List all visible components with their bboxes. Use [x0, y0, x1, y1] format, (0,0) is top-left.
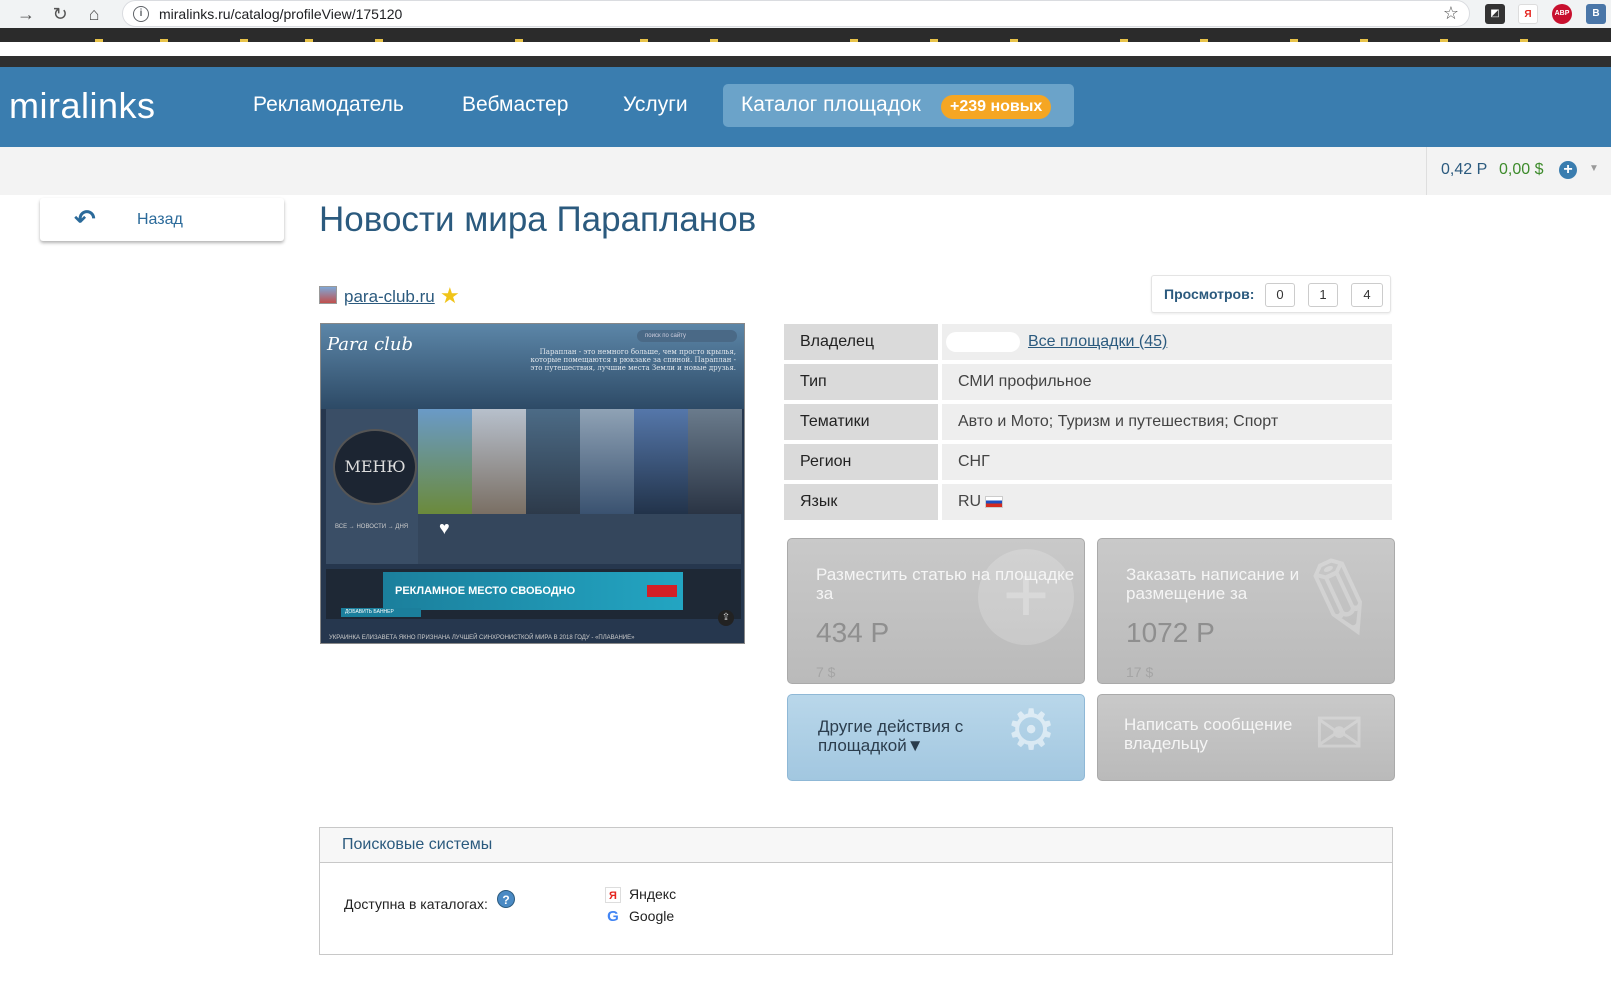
vk-extension-icon[interactable]: B: [1586, 4, 1606, 24]
nav-catalog[interactable]: Каталог площадок +239 новых: [723, 84, 1074, 127]
home-icon[interactable]: ⌂: [84, 4, 104, 24]
info-row-topics: Тематики Авто и Мото; Туризм и путешеств…: [784, 404, 1392, 440]
add-funds-icon[interactable]: +: [1559, 161, 1577, 179]
info-value: RU: [942, 484, 1392, 520]
card-price: 1072 Р: [1126, 617, 1215, 648]
adblock-icon[interactable]: ABP: [1552, 4, 1572, 24]
info-key: Язык: [784, 484, 938, 520]
card-price-usd: 7 $: [816, 664, 836, 680]
back-arrow-icon: ↶: [74, 204, 96, 234]
screenshot-banner: РЕКЛАМНОЕ МЕСТО СВОБОДНО: [383, 572, 683, 610]
favorite-star-icon[interactable]: ★: [440, 283, 460, 309]
yandex-icon: Я: [605, 887, 621, 904]
pencil-icon: ✎: [1281, 538, 1395, 667]
info-key: Регион: [784, 444, 938, 480]
site-screenshot[interactable]: Para club поиск по сайту Параплан - это …: [320, 323, 745, 644]
nav-webmaster[interactable]: Вебмастер: [462, 93, 568, 117]
url-text[interactable]: miralinks.ru/catalog/profileView/175120: [159, 6, 402, 22]
reload-icon[interactable]: ↻: [50, 4, 70, 24]
address-bar[interactable]: i miralinks.ru/catalog/profileView/17512…: [122, 0, 1470, 27]
extension-icon[interactable]: ◩: [1485, 4, 1505, 24]
bookmark-star-icon[interactable]: ☆: [1443, 3, 1459, 24]
owner-name-redacted: [946, 332, 1020, 352]
info-key: Тип: [784, 364, 938, 400]
yandex-extension-icon[interactable]: Я: [1518, 4, 1538, 24]
message-owner-button[interactable]: ✉ Написать сообщение владельцу: [1097, 694, 1395, 781]
info-row-region: Регион СНГ: [784, 444, 1392, 480]
info-value: СМИ профильное: [942, 364, 1392, 400]
card-price: 434 Р: [816, 617, 890, 648]
balance-usd: 0,00 $: [1499, 161, 1544, 178]
help-icon[interactable]: ?: [497, 890, 515, 908]
info-row-type: Тип СМИ профильное: [784, 364, 1392, 400]
info-value: Все площадки (45): [942, 324, 1392, 360]
screenshot-add-banner: ДОБАВИТЬ БАННЕР: [341, 608, 421, 617]
order-writing-button[interactable]: ✎ Заказать написание и размещение за 107…: [1097, 538, 1395, 684]
screenshot-description: Параплан - это немного больше, чем прост…: [530, 348, 736, 372]
share-icon: ⇪: [718, 610, 734, 626]
nav-advertiser[interactable]: Рекламодатель: [253, 93, 404, 117]
back-label: Назад: [137, 211, 183, 228]
browser-toolbar: → ↻ ⌂ i miralinks.ru/catalog/profileView…: [0, 0, 1611, 28]
nav-catalog-label: Каталог площадок: [741, 93, 921, 116]
forward-icon[interactable]: →: [16, 4, 36, 24]
heart-icon: ♥: [439, 518, 450, 538]
info-key: Тематики: [784, 404, 938, 440]
card-price-usd: 17 $: [1126, 664, 1154, 680]
screenshot-footer: УКРАИНКА ЕЛИЗАВЕТА ЯКНО ПРИЗНАНА ЛУЧШЕЙ …: [329, 635, 635, 641]
engine-name: Google: [629, 908, 675, 924]
catalog-google: G Google: [605, 908, 674, 925]
catalog-yandex: Я Яндекс: [605, 886, 677, 904]
site-link[interactable]: para-club.ru: [344, 287, 435, 307]
views-label: Просмотров:: [1164, 286, 1255, 302]
subheader: 0,42 Р 0,00 $ + ▼: [0, 147, 1611, 195]
back-button[interactable]: ↶ Назад: [40, 198, 284, 241]
other-actions-button[interactable]: ⚙ Другие действия с площадкой▼: [787, 694, 1085, 781]
engine-name: Яндекс: [629, 886, 677, 902]
panel-title: Поисковые системы: [342, 836, 493, 853]
info-key: Владелец: [784, 324, 938, 360]
views-value: 0: [1265, 283, 1295, 307]
card-title: Заказать написание и размещение за: [1126, 565, 1300, 603]
nav-services[interactable]: Услуги: [623, 93, 688, 117]
info-icon[interactable]: i: [133, 6, 149, 22]
site-favicon: [319, 286, 337, 304]
screenshot-logo: Para club: [327, 334, 414, 355]
balance: 0,42 Р 0,00 $ + ▼: [1426, 147, 1611, 195]
card-title: Разместить статью на площадке за: [816, 565, 1075, 603]
catalogs-label: Доступна в каталогах:: [344, 896, 488, 912]
bookmarks-bar: [0, 28, 1611, 42]
views-value: 1: [1308, 283, 1338, 307]
site-header: miralinks Рекламодатель Вебмастер Услуги…: [0, 67, 1611, 147]
logo[interactable]: miralinks: [9, 85, 156, 127]
views-counter: Просмотров: 0 1 4: [1151, 275, 1391, 313]
views-value: 4: [1351, 283, 1383, 307]
info-row-owner: Владелец Все площадки (45): [784, 324, 1392, 360]
place-article-button[interactable]: + Разместить статью на площадке за 434 Р…: [787, 538, 1085, 684]
google-icon: G: [607, 908, 619, 926]
search-systems-panel: Поисковые системы Доступна в каталогах: …: [319, 827, 1393, 955]
screenshot-search: поиск по сайту: [637, 330, 737, 342]
info-row-language: Язык RU: [784, 484, 1392, 520]
info-value: СНГ: [942, 444, 1392, 480]
chevron-down-icon[interactable]: ▼: [1589, 163, 1599, 174]
language-code: RU: [958, 493, 982, 510]
balance-rub: 0,42 Р: [1441, 161, 1488, 178]
all-sites-link[interactable]: Все площадки (45): [1028, 324, 1167, 360]
page-title: Новости мира Парапланов: [319, 200, 757, 239]
russia-flag-icon: [985, 495, 1004, 508]
info-value: Авто и Мото; Туризм и путешествия; Спорт: [942, 404, 1392, 440]
screenshot-banner-text: РЕКЛАМНОЕ МЕСТО СВОБОДНО: [395, 585, 576, 597]
screenshot-menu: МЕНЮ: [333, 429, 417, 505]
new-count-badge: +239 новых: [941, 95, 1052, 119]
card-title: Написать сообщение владельцу: [1124, 715, 1293, 753]
card-title: Другие действия с площадкой▼: [818, 717, 964, 755]
screenshot-breadcrumb: ВСЕ → НОВОСТИ → ДНЯ: [335, 524, 409, 530]
